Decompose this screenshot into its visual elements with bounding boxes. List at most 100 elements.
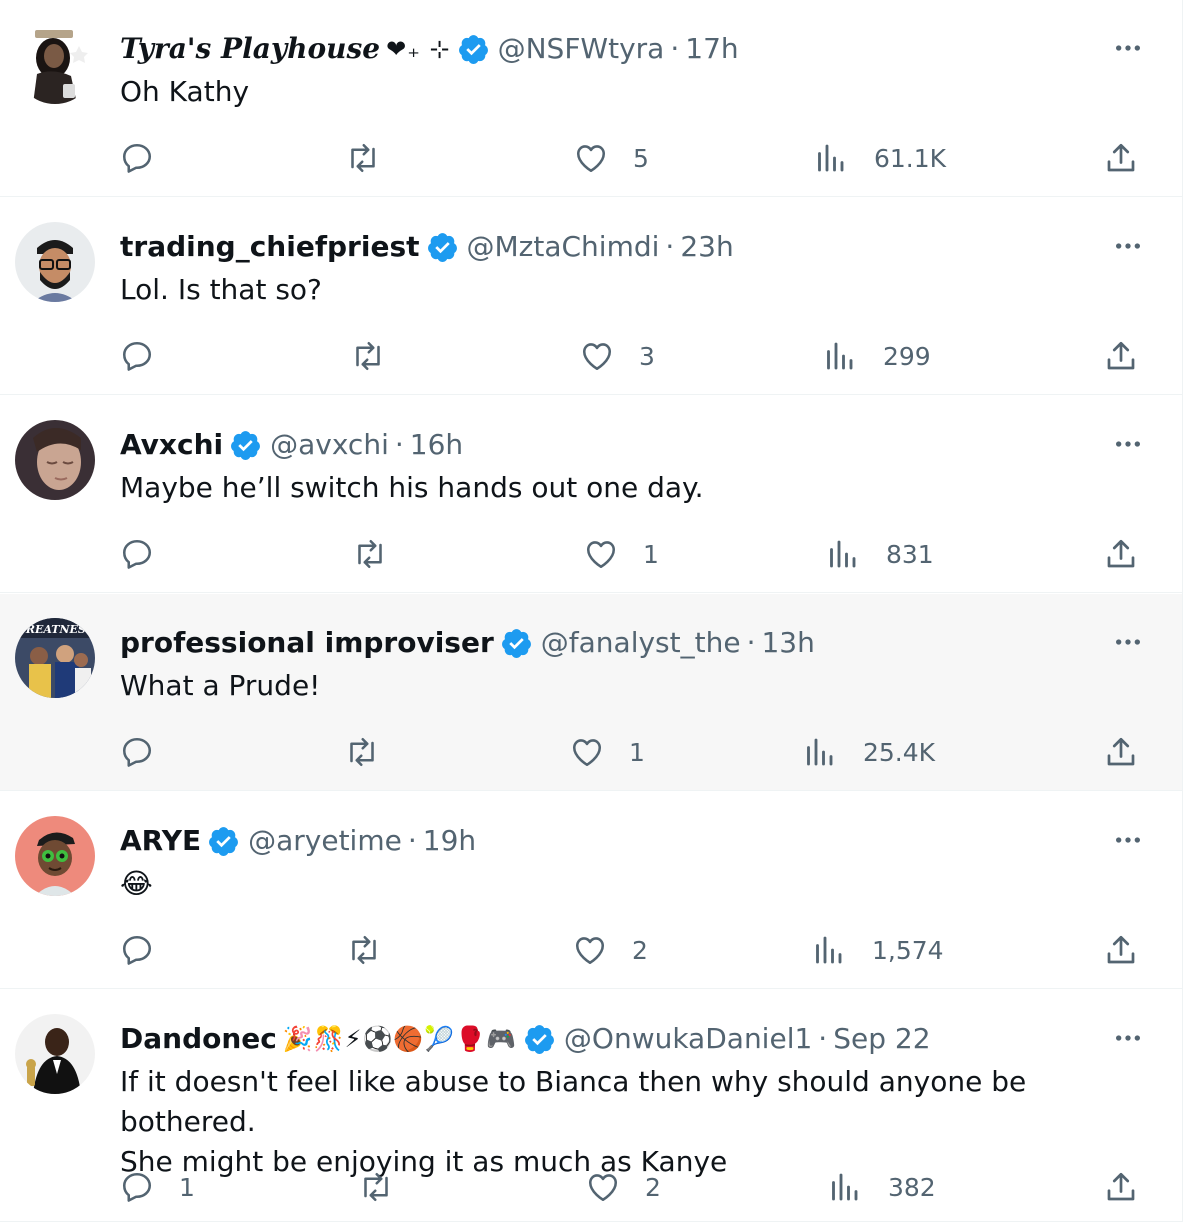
views-button[interactable]: 299 — [821, 336, 931, 376]
like-button[interactable]: 3 — [579, 336, 655, 376]
reply-button[interactable]: 1 — [119, 1167, 195, 1207]
views-icon — [832, 1173, 858, 1201]
like-count: 1 — [643, 539, 659, 569]
views-count: 299 — [883, 341, 931, 371]
display-name[interactable]: professional improviser — [120, 622, 494, 664]
like-button[interactable]: 2 — [572, 930, 648, 970]
like-button[interactable]: 5 — [573, 138, 649, 178]
avatar[interactable]: GREATNESS — [15, 618, 95, 698]
reply-button[interactable] — [119, 930, 179, 970]
share-button[interactable] — [1103, 534, 1139, 574]
verified-badge-icon — [426, 231, 459, 264]
views-icon — [830, 540, 856, 568]
verified-badge-icon — [457, 33, 490, 66]
views-button[interactable]: 382 — [826, 1167, 936, 1207]
tweet-header: Dandonec 🎉🎊⚡⚽🏀🎾🥊🎮 @OnwukaDaniel1 · Sep 2… — [120, 1018, 931, 1060]
tweet[interactable]: Tyra's Playhouse ❤₊ ⊹ @NSFWtyra · 17h Oh… — [0, 0, 1182, 197]
reply-button[interactable] — [119, 138, 179, 178]
timestamp[interactable]: 23h — [680, 226, 733, 268]
avatar[interactable] — [15, 420, 95, 500]
reply-button[interactable] — [119, 336, 179, 376]
timestamp[interactable]: 19h — [423, 820, 476, 862]
more-icon[interactable] — [1112, 824, 1144, 856]
display-name[interactable]: Tyra's Playhouse — [120, 28, 380, 70]
like-count: 5 — [633, 143, 649, 173]
views-count: 831 — [886, 539, 934, 569]
share-button[interactable] — [1103, 930, 1139, 970]
more-icon[interactable] — [1112, 626, 1144, 658]
views-button[interactable]: 1,574 — [810, 930, 944, 970]
tweet-text: 😂 — [120, 867, 153, 900]
views-icon — [827, 342, 853, 370]
display-name[interactable]: Avxchi — [120, 424, 223, 466]
share-button[interactable] — [1103, 138, 1139, 178]
more-icon[interactable] — [1112, 32, 1144, 64]
like-icon — [588, 1174, 618, 1202]
like-button[interactable]: 2 — [585, 1167, 661, 1207]
timestamp[interactable]: 13h — [761, 622, 814, 664]
like-icon — [575, 937, 605, 965]
user-handle[interactable]: @avxchi — [270, 424, 389, 466]
share-icon — [1107, 935, 1135, 964]
retweet-button[interactable] — [358, 1167, 418, 1207]
display-name[interactable]: trading_chiefpriest — [120, 226, 420, 268]
avatar[interactable] — [15, 1014, 95, 1094]
avatar[interactable] — [15, 24, 95, 104]
retweet-button[interactable] — [352, 534, 412, 574]
display-name[interactable]: ARYE — [120, 820, 201, 862]
views-count: 61.1K — [874, 143, 947, 173]
tweet[interactable]: trading_chiefpriest @MztaChimdi · 23h Lo… — [0, 198, 1182, 395]
retweet-button[interactable] — [350, 336, 410, 376]
like-count: 2 — [632, 935, 648, 965]
retweet-button[interactable] — [344, 732, 404, 772]
share-button[interactable] — [1103, 732, 1139, 772]
share-button[interactable] — [1103, 1167, 1139, 1207]
avatar-caption: GREATNESS — [16, 623, 93, 636]
views-button[interactable]: 25.4K — [801, 732, 935, 772]
tweet[interactable]: Avxchi @avxchi · 16h Maybe he’ll switch … — [0, 396, 1182, 593]
views-button[interactable]: 831 — [824, 534, 934, 574]
tweet[interactable]: GREATNESS professional improviser @fanal… — [0, 594, 1182, 791]
tweet-actions: 1 2 382 — [0, 1167, 1182, 1207]
verified-badge-icon — [523, 1023, 556, 1056]
tweet-header: ARYE @aryetime · 19h — [120, 820, 476, 862]
retweet-button[interactable] — [345, 138, 405, 178]
tweet[interactable]: ARYE @aryetime · 19h 😂 2 1,574 — [0, 792, 1182, 989]
like-button[interactable]: 1 — [569, 732, 645, 772]
more-icon[interactable] — [1112, 1022, 1144, 1054]
more-icon[interactable] — [1112, 230, 1144, 262]
share-button[interactable] — [1103, 336, 1139, 376]
user-handle[interactable]: @OnwukaDaniel1 — [564, 1018, 812, 1060]
views-icon — [818, 144, 844, 172]
tweet[interactable]: Dandonec 🎉🎊⚡⚽🏀🎾🥊🎮 @OnwukaDaniel1 · Sep 2… — [0, 990, 1182, 1222]
user-handle[interactable]: @NSFWtyra — [498, 28, 665, 70]
like-button[interactable]: 1 — [583, 534, 659, 574]
retweet-icon — [358, 539, 382, 569]
user-handle[interactable]: @MztaChimdi — [467, 226, 660, 268]
timestamp[interactable]: 17h — [685, 28, 738, 70]
avatar[interactable] — [15, 222, 95, 302]
retweet-button[interactable] — [346, 930, 406, 970]
display-name[interactable]: Dandonec — [120, 1018, 277, 1060]
user-handle[interactable]: @fanalyst_the — [541, 622, 741, 664]
timestamp[interactable]: 16h — [410, 424, 463, 466]
meta-separator: · — [746, 626, 756, 659]
views-count: 382 — [888, 1172, 936, 1202]
user-handle[interactable]: @aryetime — [248, 820, 402, 862]
reply-count: 1 — [179, 1172, 195, 1202]
meta-separator: · — [818, 1022, 828, 1055]
reply-button[interactable] — [119, 732, 179, 772]
more-icon[interactable] — [1112, 428, 1144, 460]
verified-badge-icon — [207, 825, 240, 858]
like-count: 2 — [645, 1172, 661, 1202]
avatar[interactable] — [15, 816, 95, 896]
retweet-icon — [350, 737, 374, 767]
tweet-actions: 1 25.4K — [0, 732, 1182, 772]
timestamp[interactable]: Sep 22 — [833, 1018, 930, 1060]
share-icon — [1107, 539, 1135, 568]
tweet-actions: 2 1,574 — [0, 930, 1182, 970]
views-button[interactable]: 61.1K — [812, 138, 946, 178]
reply-button[interactable] — [119, 534, 179, 574]
tweet-actions: 3 299 — [0, 336, 1182, 376]
tweet-header: Tyra's Playhouse ❤₊ ⊹ @NSFWtyra · 17h — [120, 28, 739, 70]
